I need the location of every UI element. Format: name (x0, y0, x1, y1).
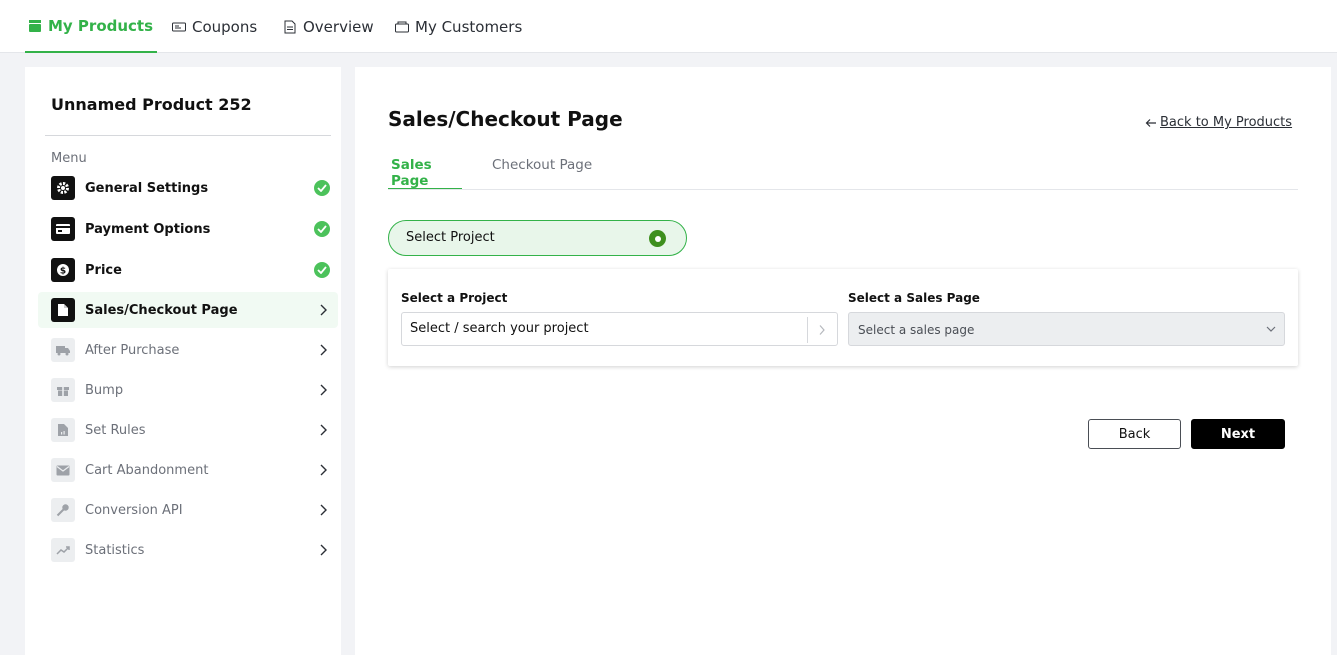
sales-page-placeholder: Select a sales page (858, 323, 975, 337)
sidebar-item-label: Statistics (85, 542, 145, 558)
folder-icon (395, 20, 409, 34)
step-label: Select Project (406, 230, 495, 245)
input-separator (807, 317, 808, 343)
back-button[interactable]: Back (1088, 419, 1181, 449)
sidebar-item-set-rules[interactable]: Set Rules (38, 412, 338, 448)
sidebar-item-label: Price (85, 262, 122, 278)
chevron-right-icon (320, 344, 327, 356)
sidebar-item-after-purchase[interactable]: After Purchase (38, 332, 338, 368)
gear-icon (51, 176, 75, 200)
chevron-right-icon (320, 544, 327, 556)
gift-icon (51, 378, 75, 402)
main-panel: Sales/Checkout Page Back to My Products … (355, 67, 1331, 655)
chevron-right-icon (320, 464, 327, 476)
arrow-left-icon (1145, 118, 1156, 127)
sidebar-item-sales-checkout[interactable]: Sales/Checkout Page (38, 292, 338, 328)
document-icon (283, 20, 297, 34)
sales-page-select[interactable]: Select a sales page (848, 312, 1285, 346)
chevron-right-icon (819, 325, 825, 335)
sidebar-item-label: Cart Abandonment (85, 462, 209, 478)
sidebar-item-label: Bump (85, 382, 124, 398)
sidebar-item-payment-options[interactable]: Payment Options (38, 211, 338, 247)
sidebar-item-price[interactable]: $ Price (38, 252, 338, 288)
tab-label: My Customers (415, 17, 523, 36)
top-navigation: My Products Coupons Overview My Customer… (0, 0, 1337, 53)
radio-dot-icon (649, 230, 666, 247)
sidebar-item-label: Sales/Checkout Page (85, 302, 238, 318)
step-indicator: Select Project (388, 220, 687, 256)
credit-card-icon (51, 217, 75, 241)
tab-label: Overview (303, 17, 374, 36)
page-icon (51, 298, 75, 322)
rules-icon (51, 418, 75, 442)
chevron-right-icon (320, 504, 327, 516)
ticket-icon (172, 20, 186, 34)
check-icon (314, 180, 330, 196)
tab-label: Coupons (192, 17, 258, 36)
tab-my-customers[interactable]: My Customers (395, 0, 522, 53)
trend-icon (51, 538, 75, 562)
sidebar-item-label: Payment Options (85, 221, 211, 237)
tab-overview[interactable]: Overview (283, 0, 374, 53)
sidebar-item-conversion-api[interactable]: Conversion API (38, 492, 338, 528)
next-button[interactable]: Next (1191, 419, 1285, 449)
check-icon (314, 221, 330, 237)
mail-icon (51, 458, 75, 482)
dollar-icon: $ (51, 258, 75, 282)
sidebar: Unnamed Product 252 Menu General Setting… (25, 67, 341, 655)
sidebar-item-label: After Purchase (85, 342, 180, 358)
svg-text:$: $ (60, 267, 66, 277)
sidebar-item-statistics[interactable]: Statistics (38, 532, 338, 568)
back-link-label: Back to My Products (1160, 115, 1293, 130)
sales-page-field-label: Select a Sales Page (848, 291, 980, 305)
back-to-products-link[interactable]: Back to My Products (1145, 115, 1292, 130)
sidebar-item-label: General Settings (85, 180, 209, 196)
key-icon (51, 498, 75, 522)
chevron-right-icon (320, 384, 327, 396)
menu-label: Menu (51, 151, 87, 166)
product-title: Unnamed Product 252 (51, 95, 252, 114)
chevron-down-icon (1266, 326, 1276, 332)
sidebar-item-bump[interactable]: Bump (38, 372, 338, 408)
tab-checkout-page[interactable]: Checkout Page (489, 157, 595, 190)
sidebar-item-label: Set Rules (85, 422, 146, 438)
sidebar-item-general-settings[interactable]: General Settings (38, 170, 338, 206)
store-icon (28, 19, 42, 33)
chevron-right-icon (320, 424, 327, 436)
chevron-right-icon (320, 304, 327, 316)
sidebar-item-cart-abandonment[interactable]: Cart Abandonment (38, 452, 338, 488)
project-selection-card: Select a Project Select a Sales Page Sel… (388, 269, 1298, 366)
truck-icon (51, 338, 75, 362)
project-search-input[interactable]: Select / search your project (401, 312, 838, 346)
tabs-divider (388, 189, 1298, 190)
project-field-label: Select a Project (401, 291, 508, 305)
divider (45, 135, 331, 136)
sidebar-item-label: Conversion API (85, 502, 183, 518)
page-title: Sales/Checkout Page (388, 107, 623, 131)
tab-my-products[interactable]: My Products (25, 0, 158, 53)
tab-label: My Products (48, 16, 154, 35)
tab-coupons[interactable]: Coupons (172, 0, 257, 53)
tab-sales-page[interactable]: Sales Page (388, 157, 462, 190)
check-icon (314, 262, 330, 278)
project-placeholder: Select / search your project (410, 321, 589, 336)
